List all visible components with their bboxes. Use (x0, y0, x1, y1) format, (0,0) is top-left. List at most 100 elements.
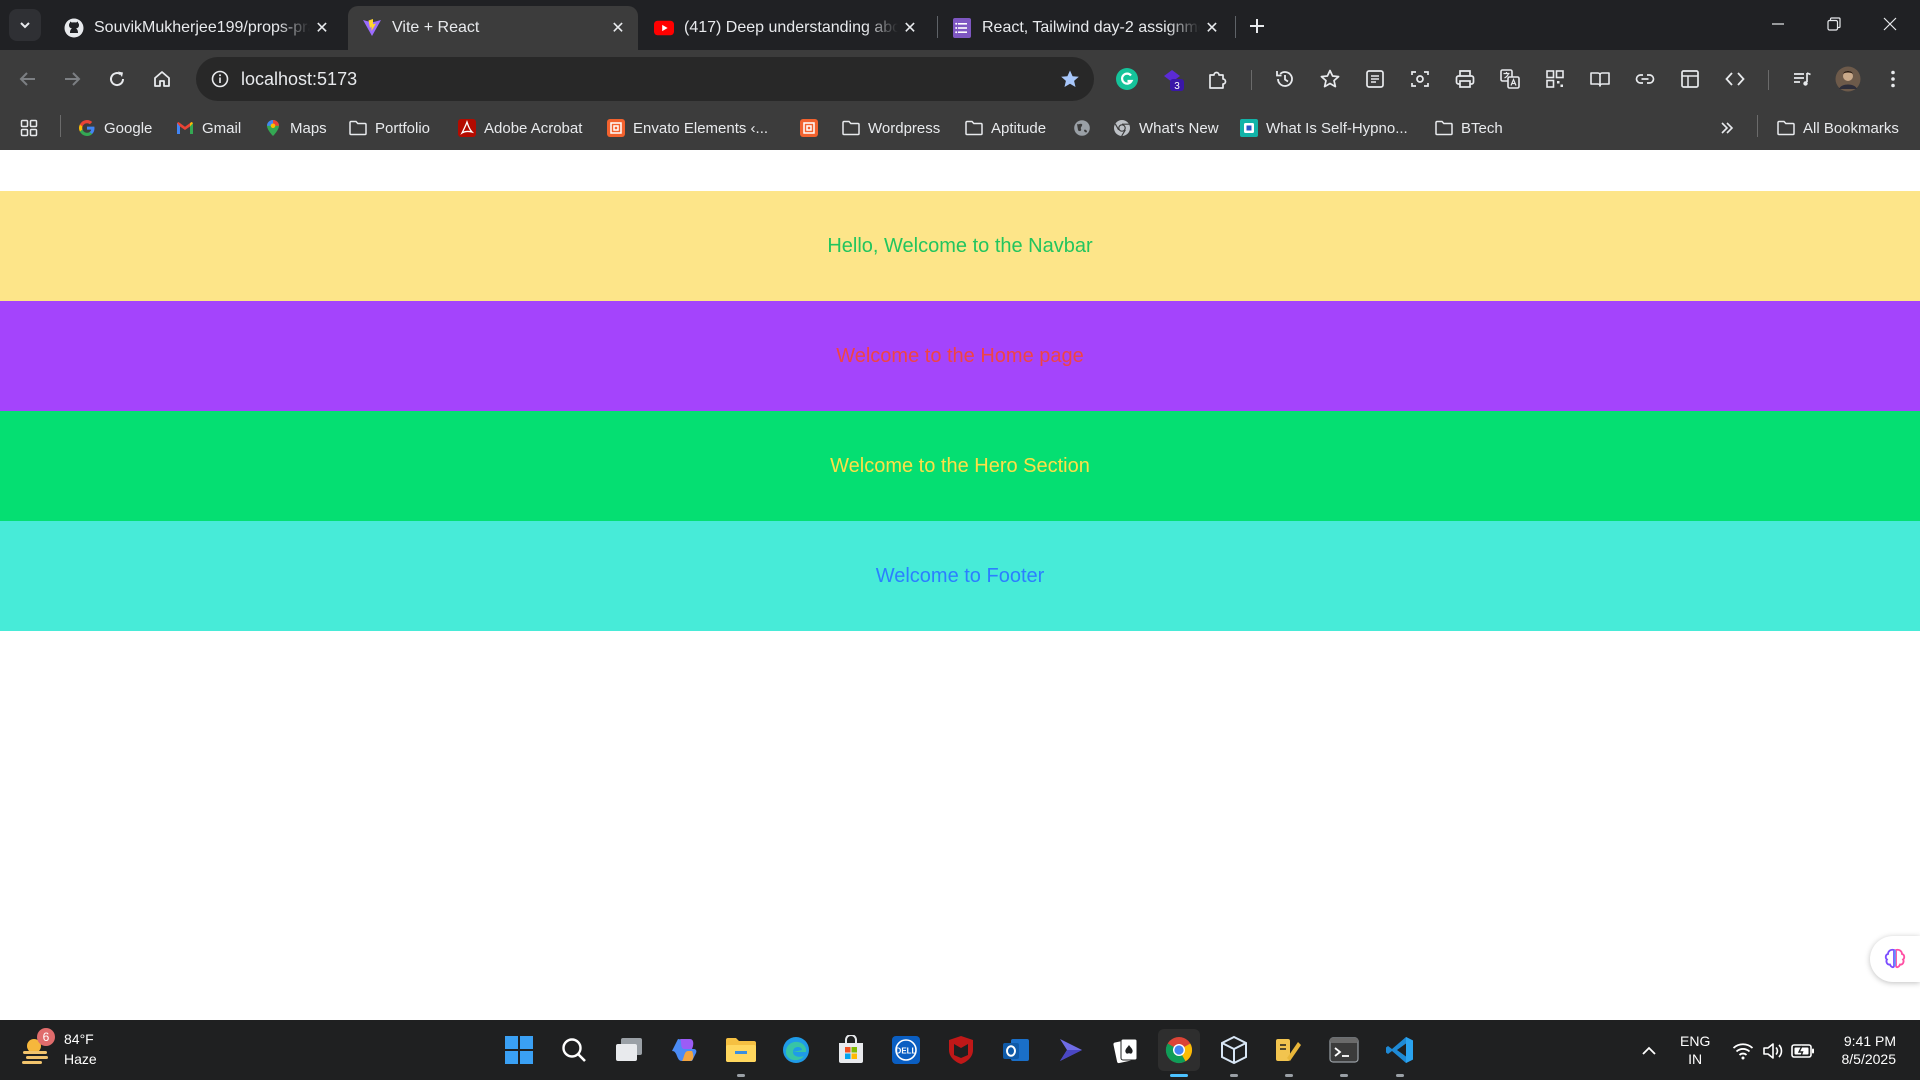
folder-icon (1435, 119, 1453, 137)
weather-widget[interactable]: 6 84°F Haze (20, 1028, 140, 1072)
profile-avatar[interactable] (1834, 65, 1862, 93)
mcafee-app[interactable] (940, 1029, 982, 1071)
clock-time: 9:41 PM (1843, 1033, 1896, 1049)
power-automate-app[interactable] (1050, 1029, 1092, 1071)
terminal-app[interactable] (1323, 1029, 1365, 1077)
virtualbox-app[interactable] (1213, 1029, 1255, 1077)
dell-app[interactable]: DELL (885, 1029, 927, 1071)
task-view-button[interactable] (608, 1029, 650, 1071)
bookmark-self-hypnosis[interactable]: What Is Self-Hypno... (1240, 114, 1408, 142)
grammarly-icon[interactable] (1113, 65, 1141, 93)
sticky-app[interactable] (1268, 1029, 1310, 1077)
close-icon[interactable]: ✕ (898, 16, 922, 40)
tab-youtube[interactable]: (417) Deep understanding abou ✕ (640, 6, 930, 50)
microsoft-store-app[interactable] (830, 1029, 872, 1071)
home-text: Welcome to the Home page (836, 344, 1084, 367)
hero-text: Welcome to the Hero Section (830, 454, 1090, 477)
bookmark-envato-2[interactable] (800, 114, 826, 142)
system-clock[interactable]: 9:41 PM 8/5/2025 (1826, 1032, 1897, 1068)
battery-icon[interactable] (1790, 1038, 1816, 1064)
bookmark-envato-elements[interactable]: Envato Elements ‹... (607, 114, 768, 142)
wifi-icon[interactable] (1730, 1038, 1756, 1064)
chrome-icon (1165, 1037, 1193, 1064)
cube-icon (1221, 1035, 1247, 1065)
navbar-text: Hello, Welcome to the Navbar (827, 234, 1093, 257)
edge-app[interactable] (775, 1029, 817, 1071)
bookmark-google[interactable]: Google (78, 114, 152, 142)
restore-button[interactable] (1806, 0, 1862, 48)
back-button[interactable] (10, 61, 46, 97)
search-button[interactable] (553, 1029, 595, 1071)
ai-assistant-button[interactable] (1870, 936, 1920, 982)
table-icon[interactable] (1676, 65, 1704, 93)
bookmark-folder-portfolio[interactable]: Portfolio (349, 114, 430, 142)
start-button[interactable] (498, 1029, 540, 1071)
volume-icon[interactable] (1760, 1038, 1786, 1064)
browser-toolbar: localhost:5173 3 (0, 50, 1920, 108)
site-info-icon[interactable] (208, 67, 232, 91)
chrome-app[interactable] (1158, 1029, 1200, 1077)
qr-code-icon[interactable] (1541, 65, 1569, 93)
tab-google-forms[interactable]: React, Tailwind day-2 assignme ✕ (938, 6, 1232, 50)
outlook-app[interactable] (995, 1029, 1037, 1071)
envato-icon (607, 119, 625, 137)
bookmarks-overflow-button[interactable] (1718, 114, 1744, 142)
bookmark-adobe-acrobat[interactable]: Adobe Acrobat (458, 114, 582, 142)
home-button[interactable] (144, 61, 180, 97)
bookmark-maps[interactable]: Maps (264, 114, 327, 142)
reload-button[interactable] (99, 61, 135, 97)
vscode-app[interactable] (1379, 1029, 1421, 1077)
new-tab-button[interactable] (1242, 11, 1272, 41)
svg-text:DELL: DELL (896, 1047, 917, 1056)
link-icon[interactable] (1631, 65, 1659, 93)
reading-mode-icon[interactable] (1586, 65, 1614, 93)
tab-vite-react[interactable]: Vite + React ✕ (348, 6, 638, 50)
extension-badge-icon[interactable]: 3 (1159, 65, 1187, 93)
all-bookmarks-button[interactable]: All Bookmarks (1777, 114, 1899, 142)
screenshot-icon[interactable] (1406, 65, 1434, 93)
folder-icon (349, 119, 367, 137)
address-bar[interactable]: localhost:5173 (196, 57, 1094, 101)
arrow-right-icon (65, 72, 81, 86)
close-window-button[interactable] (1862, 0, 1918, 48)
reading-list-icon[interactable] (1361, 65, 1389, 93)
double-chevron-right-icon (1718, 119, 1736, 137)
bookmark-globe[interactable] (1073, 114, 1099, 142)
tab-github[interactable]: SouvikMukherjee199/props-pra ✕ (50, 6, 342, 50)
bookmark-folder-aptitude[interactable]: Aptitude (965, 114, 1046, 142)
vite-icon (362, 18, 382, 38)
language-indicator[interactable]: ENG IN (1680, 1032, 1710, 1068)
show-hidden-icons-button[interactable] (1636, 1038, 1662, 1064)
minimize-button[interactable] (1750, 0, 1806, 48)
toolbar-separator (1251, 70, 1252, 90)
forward-button[interactable] (54, 61, 90, 97)
file-explorer-app[interactable] (720, 1029, 762, 1077)
bookmark-star-icon[interactable] (1058, 67, 1082, 91)
running-indicator (1170, 1074, 1188, 1077)
close-icon[interactable]: ✕ (310, 16, 334, 40)
more-menu-icon[interactable] (1879, 65, 1907, 93)
translate-icon[interactable] (1496, 65, 1524, 93)
bookmark-folder-wordpress[interactable]: Wordpress (842, 114, 940, 142)
vscode-icon (1386, 1037, 1413, 1063)
cards-icon (1113, 1038, 1138, 1064)
bookmark-gmail[interactable]: Gmail (176, 114, 241, 142)
url-text[interactable]: localhost:5173 (241, 69, 357, 90)
print-icon[interactable] (1451, 65, 1479, 93)
close-icon[interactable]: ✕ (606, 16, 630, 40)
close-icon (1883, 17, 1897, 31)
chevron-down-icon (20, 22, 30, 29)
code-icon[interactable] (1721, 65, 1749, 93)
running-indicator (1230, 1074, 1238, 1077)
bookmarks-star-icon[interactable] (1316, 65, 1344, 93)
solitaire-app[interactable] (1105, 1029, 1147, 1071)
history-icon[interactable] (1271, 65, 1299, 93)
tab-search-button[interactable] (9, 9, 41, 41)
copilot-app[interactable] (664, 1029, 706, 1071)
bookmark-folder-btech[interactable]: BTech (1435, 114, 1503, 142)
apps-button[interactable] (20, 114, 46, 142)
bookmark-whats-new[interactable]: What's New (1113, 114, 1219, 142)
extensions-puzzle-icon[interactable] (1204, 65, 1232, 93)
close-icon[interactable]: ✕ (1200, 16, 1224, 40)
media-control-icon[interactable] (1788, 65, 1816, 93)
